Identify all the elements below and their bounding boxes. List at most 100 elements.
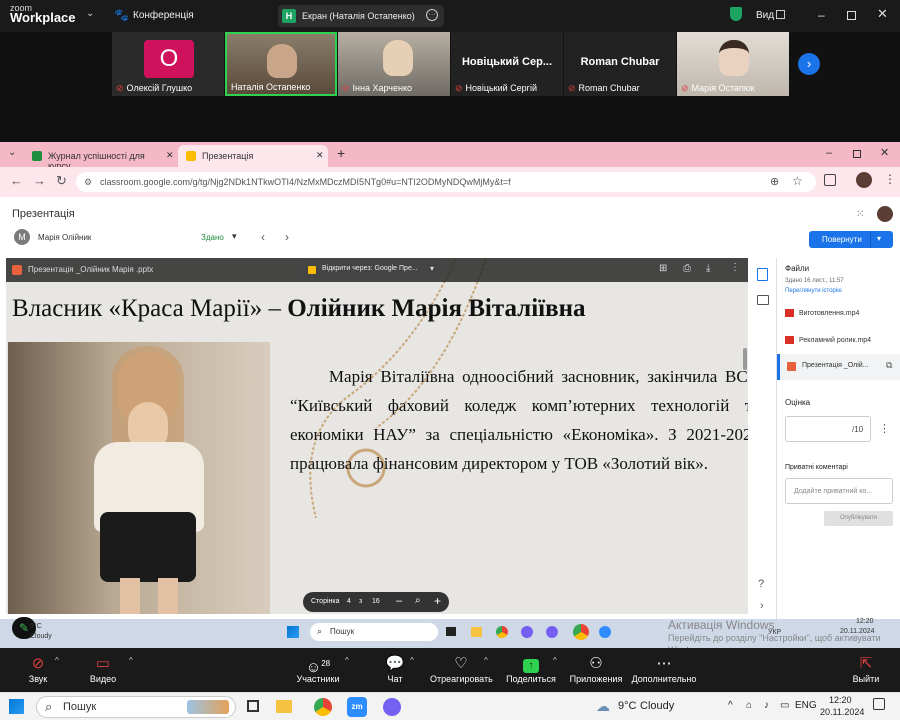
page-current[interactable]: 4 (347, 598, 351, 605)
windows-start-icon[interactable] (9, 699, 24, 714)
screen-share-indicator[interactable]: H Екран (Наталія Остапенко) ··· (278, 5, 444, 27)
chevron-up-icon[interactable]: ^ (55, 656, 59, 665)
viber-icon[interactable] (521, 626, 533, 638)
reload-icon[interactable]: ↻ (56, 173, 67, 189)
chevron-up-icon[interactable]: ^ (345, 656, 349, 665)
participant-tile[interactable]: ⊘ Інна Харченко (338, 32, 450, 96)
help-icon[interactable]: ? (758, 578, 764, 590)
download-icon[interactable]: ⤓ (706, 263, 710, 274)
bookmark-star-icon[interactable]: ☆ (792, 174, 803, 188)
forward-icon[interactable]: → (33, 173, 46, 188)
chrome-icon[interactable] (314, 698, 332, 716)
leave-button[interactable]: ⇱ Выйти (848, 654, 884, 684)
viber-icon[interactable] (546, 626, 558, 638)
zoom-app-icon[interactable]: zm (347, 697, 367, 717)
files-panel-icon[interactable] (757, 268, 768, 281)
chevron-up-icon[interactable]: ^ (410, 656, 414, 665)
file-explorer-icon[interactable] (276, 700, 292, 713)
previous-student-icon[interactable]: ‹ (261, 230, 265, 244)
avatar[interactable] (877, 206, 893, 222)
next-page-icon[interactable]: › (798, 53, 820, 75)
speaker-icon[interactable]: ♪ (764, 700, 769, 711)
private-comment-input[interactable]: Додайте приватний ко... (785, 478, 893, 504)
participant-tile[interactable]: Новіцький Сер... ⊘ Новіцький Сергій (451, 32, 563, 96)
participant-tile[interactable]: Наталія Остапенко (225, 32, 337, 96)
tab-search-icon[interactable]: ⌄ (8, 147, 16, 158)
close-tab-icon[interactable]: ✕ (316, 150, 324, 161)
open-external-icon[interactable]: ⧉ (886, 360, 892, 371)
participant-tile[interactable]: ⊘ Марія Остапюк (677, 32, 789, 96)
video-button[interactable]: ▭ Видео (86, 654, 120, 684)
restore-icon[interactable] (853, 150, 861, 158)
apps-grid-icon[interactable]: ⁙ (856, 209, 864, 220)
file-item[interactable]: Рекламний ролик.mp4 (785, 336, 897, 344)
close-icon[interactable]: ✕ (877, 6, 888, 22)
chrome-icon[interactable] (573, 624, 589, 640)
return-button[interactable]: Повернути ▾ (809, 231, 893, 248)
battery-icon[interactable]: ▭ (780, 700, 789, 711)
scrollbar[interactable] (743, 348, 747, 370)
file-explorer-icon[interactable] (471, 627, 482, 637)
participant-tile[interactable]: Roman Chubar ⊘ Roman Chubar (564, 32, 676, 96)
add-comment-icon[interactable]: ⊞ (659, 263, 667, 274)
close-tab-icon[interactable]: ✕ (166, 150, 174, 161)
participants-button[interactable]: ☺28 Участники (293, 654, 343, 684)
audio-button[interactable]: ⊘ Звук (22, 654, 54, 684)
taskbar-search[interactable]: ⌕ Пошук (36, 696, 236, 718)
menu-icon[interactable]: ⋮ (884, 172, 896, 186)
apps-button[interactable]: ⚇ Приложения (568, 654, 624, 684)
zoom-in-icon[interactable]: + (434, 594, 441, 608)
chevron-down-icon[interactable]: ▾ (877, 234, 881, 243)
conference-label[interactable]: Конференція (133, 10, 194, 21)
network-icon[interactable]: ⌂ (746, 700, 752, 711)
share-button[interactable]: ↑ Поделиться (506, 654, 556, 684)
tab-presentation[interactable]: Презентація ✕ (178, 145, 328, 167)
file-item-selected[interactable]: Презентація _Олій... ⧉ (777, 354, 900, 380)
react-button[interactable]: ♡ Отреагировать (430, 654, 493, 684)
next-student-icon[interactable]: › (285, 230, 289, 244)
comments-panel-icon[interactable] (757, 295, 769, 305)
site-info-icon[interactable]: ⚙ (84, 177, 92, 188)
minimize-icon[interactable]: – (818, 8, 825, 22)
task-view-icon[interactable] (247, 700, 259, 712)
zoom-search-icon[interactable]: ⌕ (415, 595, 421, 606)
notifications-icon[interactable] (873, 698, 885, 710)
print-icon[interactable]: ⎙ (683, 263, 691, 274)
shield-icon[interactable] (730, 7, 742, 21)
chat-button[interactable]: 💬 Чат (383, 654, 407, 684)
profile-avatar[interactable] (856, 172, 872, 188)
zoom-out-icon[interactable]: – (396, 595, 402, 607)
view-label[interactable]: Вид (756, 10, 774, 21)
history-link[interactable]: Переглянути історію (785, 288, 842, 294)
chrome-icon[interactable] (496, 626, 508, 638)
collapse-icon[interactable]: › (760, 600, 764, 612)
taskbar-date[interactable]: 20.11.2024 (820, 707, 864, 717)
grid-view-icon[interactable] (776, 10, 785, 19)
chevron-down-icon[interactable]: ▾ (232, 231, 237, 242)
grade-input[interactable]: /10 (785, 416, 871, 442)
more-icon[interactable]: ··· (426, 9, 438, 21)
tray-chevron-icon[interactable]: ^ (728, 700, 733, 711)
open-with-button[interactable]: Відкрити через: Google Пре... ▾ (300, 261, 444, 279)
chevron-down-icon[interactable]: ⌄ (86, 8, 94, 19)
zoom-app-icon[interactable] (599, 626, 611, 638)
task-view-icon[interactable] (446, 627, 456, 636)
more-button[interactable]: ⋯ Дополнительно (630, 654, 698, 684)
participant-tile[interactable]: О ⊘ Олексій Глушко (112, 32, 224, 96)
address-bar[interactable]: ⚙ classroom.google.com/g/tg/Njg2NDk1NTkw… (76, 172, 816, 192)
zoom-icon[interactable]: ⊕ (770, 175, 779, 188)
more-icon[interactable]: ⋮ (879, 422, 890, 435)
windows-start-icon[interactable] (287, 626, 299, 638)
close-icon[interactable]: ✕ (880, 146, 889, 159)
minimize-icon[interactable]: – (826, 147, 832, 159)
taskbar-time[interactable]: 12:20 (829, 695, 852, 705)
chevron-up-icon[interactable]: ^ (553, 656, 557, 665)
file-item[interactable]: Виготовлення.mp4 (785, 309, 897, 317)
chevron-down-icon[interactable]: ▾ (430, 264, 434, 273)
back-icon[interactable]: ← (10, 173, 23, 188)
tab-journal[interactable]: Журнал успішності для курсу ✕ (24, 145, 176, 171)
more-icon[interactable]: ⋮ (730, 262, 740, 273)
language-indicator[interactable]: ENG (795, 700, 817, 711)
new-tab-icon[interactable]: + (337, 145, 345, 161)
maximize-icon[interactable] (847, 11, 856, 20)
